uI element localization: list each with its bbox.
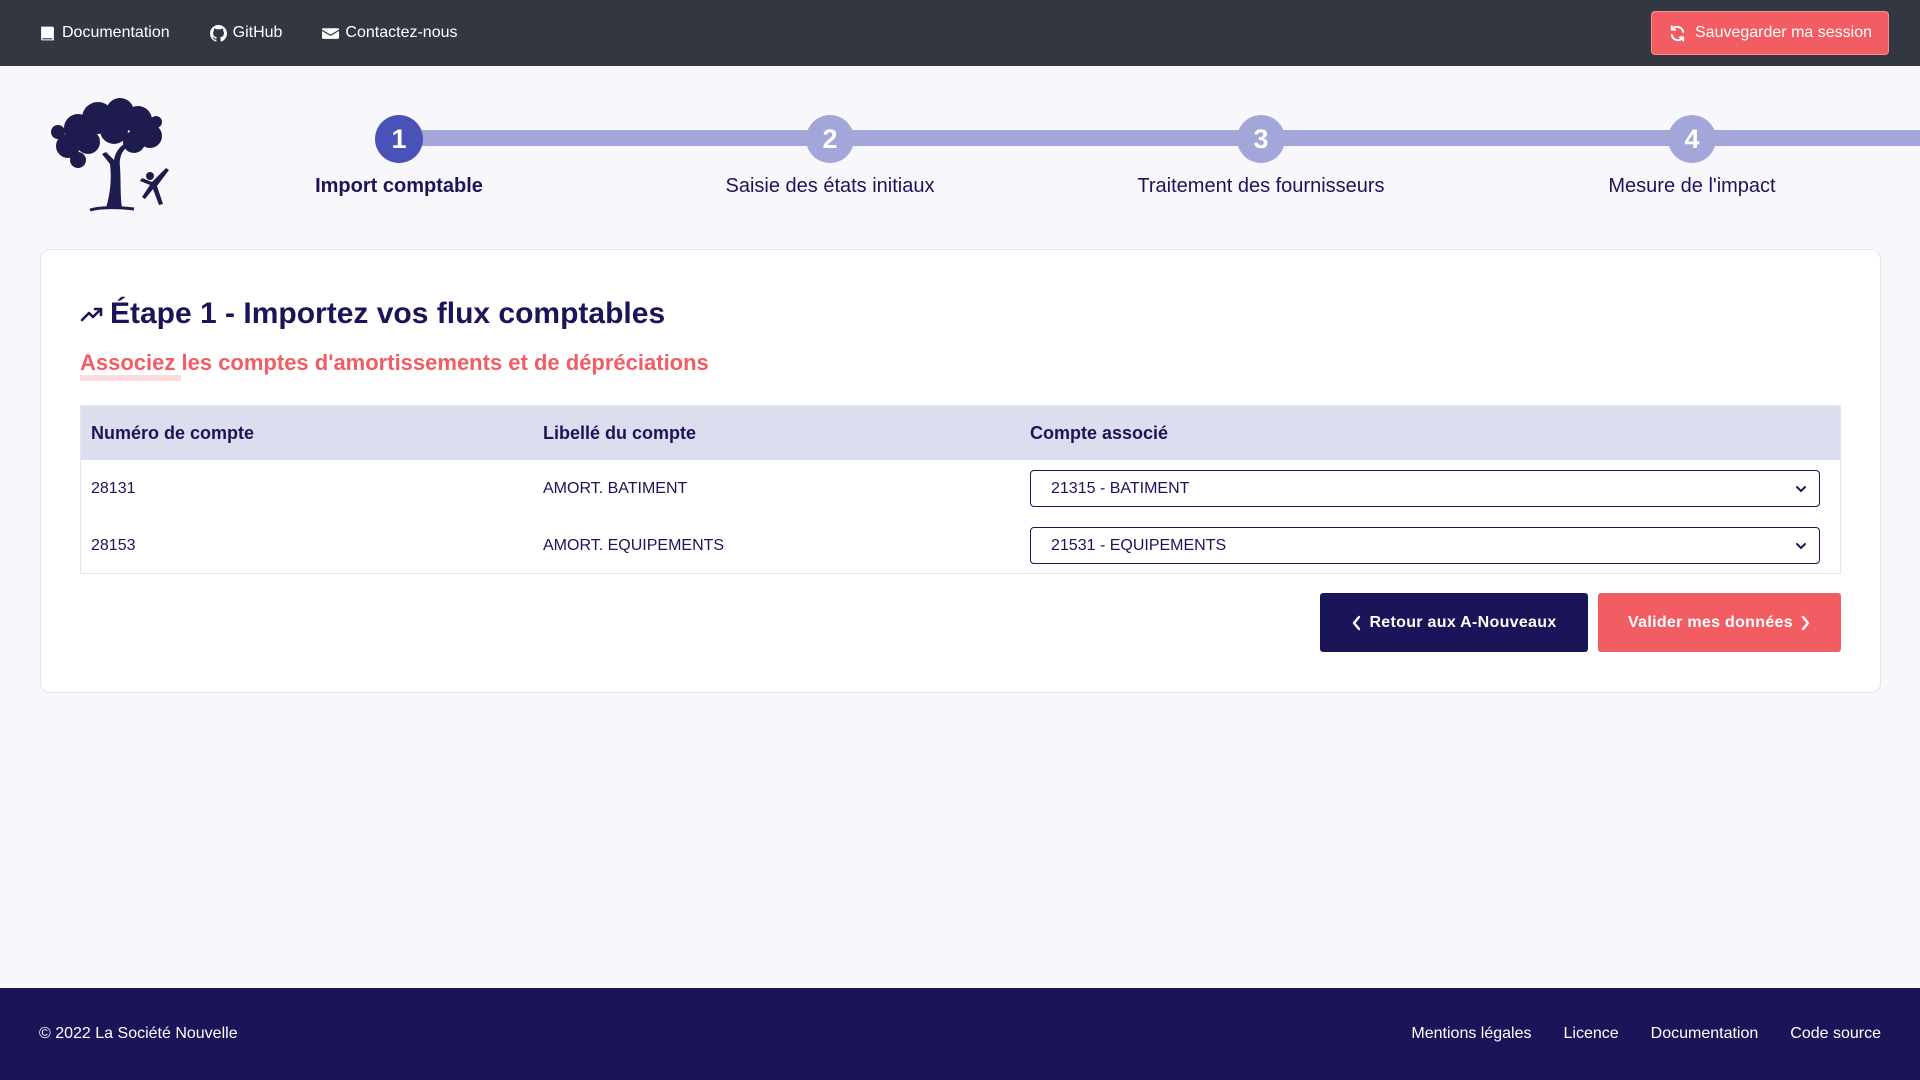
step-label: Traitement des fournisseurs <box>1137 175 1385 197</box>
github-icon <box>209 24 227 42</box>
step-saisie-etats-initiaux[interactable]: 2 Saisie des états initiaux <box>630 115 1030 198</box>
table-row: 28131 AMORT. BATIMENT 21315 - BATIMENT <box>81 460 1840 517</box>
chevron-left-icon <box>1353 615 1361 630</box>
topbar-link-github[interactable]: GitHub <box>209 24 283 42</box>
back-button[interactable]: Retour aux A-Nouveaux <box>1320 593 1588 652</box>
account-number-cell: 28153 <box>91 536 136 554</box>
column-header-account-number: Numéro de compte <box>91 422 255 443</box>
topbar-link-label: Documentation <box>62 24 170 41</box>
card-subtitle: Associez les comptes d'amortissements et… <box>80 350 709 375</box>
column-header-associated-account: Compte associé <box>1030 422 1169 443</box>
footer-copyright: © 2022 La Société Nouvelle <box>39 1025 238 1042</box>
associated-account-cell: 21531 - EQUIPEMENTS <box>1030 527 1840 564</box>
progress-stepper: 1 Import comptable 2 Saisie des états in… <box>0 110 1920 200</box>
footer-link-documentation[interactable]: Documentation <box>1651 1025 1759 1043</box>
table-header: Numéro de compte Libellé du compte Compt… <box>81 406 1840 460</box>
account-label-cell: AMORT. EQUIPEMENTS <box>543 536 725 554</box>
step-label: Saisie des états initiaux <box>725 175 935 197</box>
topbar-link-label: GitHub <box>232 24 283 41</box>
associated-account-select[interactable]: 21531 - EQUIPEMENTS <box>1030 527 1820 564</box>
account-number-cell: 28131 <box>91 479 136 497</box>
topbar-link-contact[interactable]: Contactez-nous <box>322 24 457 42</box>
step-label: Mesure de l'impact <box>1608 175 1776 197</box>
table-row: 28153 AMORT. EQUIPEMENTS 21531 - EQUIPEM… <box>81 517 1840 574</box>
select-value: 21531 - EQUIPEMENTS <box>1051 536 1227 554</box>
footer-link-mentions-legales[interactable]: Mentions légales <box>1411 1025 1531 1043</box>
validate-button-label: Valider mes données <box>1628 613 1793 631</box>
footer-links: Mentions légales Licence Documentation C… <box>1411 1025 1881 1043</box>
envelope-icon <box>322 27 340 39</box>
footer-link-licence[interactable]: Licence <box>1564 1025 1619 1043</box>
chevron-down-icon <box>1796 485 1806 492</box>
step-number: 1 <box>375 115 423 163</box>
step-mesure-impact[interactable]: 4 Mesure de l'impact <box>1492 115 1892 198</box>
card-title-text: Étape 1 - Importez vos flux comptables <box>110 297 666 330</box>
column-header-account-label: Libellé du compte <box>543 422 697 443</box>
card-title: Étape 1 - Importez vos flux comptables <box>80 297 665 331</box>
associated-account-cell: 21315 - BATIMENT <box>1030 470 1840 507</box>
main-card: Étape 1 - Importez vos flux comptables A… <box>40 249 1881 693</box>
topbar-link-documentation[interactable]: Documentation <box>39 24 170 42</box>
save-session-label: Sauvegarder ma session <box>1695 24 1872 41</box>
save-session-button[interactable]: Sauvegarder ma session <box>1651 11 1889 55</box>
step-import-comptable[interactable]: 1 Import comptable <box>199 115 599 198</box>
book-icon <box>41 26 54 40</box>
step-number: 4 <box>1668 115 1716 163</box>
footer: © 2022 La Société Nouvelle Mentions léga… <box>0 988 1920 1080</box>
top-navbar: Documentation GitHub Contactez-nous Sauv… <box>0 0 1920 66</box>
footer-link-code-source[interactable]: Code source <box>1790 1025 1881 1043</box>
refresh-icon <box>1670 24 1685 42</box>
topbar-link-label: Contactez-nous <box>345 24 458 41</box>
step-label: Import comptable <box>315 175 483 197</box>
back-button-label: Retour aux A-Nouveaux <box>1369 613 1557 631</box>
accounts-table: Numéro de compte Libellé du compte Compt… <box>80 405 1841 574</box>
step-number: 2 <box>806 115 854 163</box>
trending-up-icon <box>80 307 103 322</box>
chevron-down-icon <box>1796 542 1806 549</box>
validate-button[interactable]: Valider mes données <box>1598 593 1841 652</box>
associated-account-select[interactable]: 21315 - BATIMENT <box>1030 470 1820 507</box>
chevron-right-icon <box>1801 615 1810 630</box>
step-traitement-fournisseurs[interactable]: 3 Traitement des fournisseurs <box>1061 115 1461 198</box>
account-label-cell: AMORT. BATIMENT <box>543 479 688 497</box>
select-value: 21315 - BATIMENT <box>1051 479 1190 497</box>
step-number: 3 <box>1237 115 1285 163</box>
